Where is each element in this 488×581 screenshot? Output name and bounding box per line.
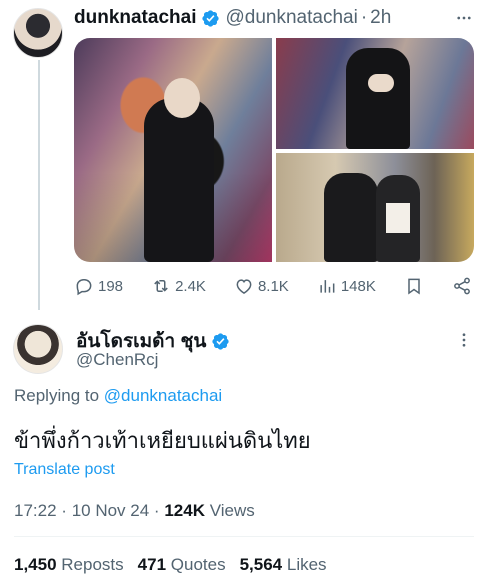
views-icon — [320, 280, 335, 293]
views-button[interactable]: 148K — [317, 276, 376, 296]
parent-media-grid — [74, 38, 474, 262]
reply-button[interactable]: 198 — [74, 276, 123, 296]
share-icon — [454, 277, 470, 295]
reposts-stat-count: 1,450 — [14, 555, 57, 574]
verified-badge-icon — [202, 9, 220, 27]
replying-to-line: Replying to @dunknatachai — [14, 386, 222, 406]
parent-avatar[interactable] — [13, 8, 63, 58]
parent-more-button[interactable] — [454, 8, 474, 28]
reply-count: 198 — [98, 277, 124, 295]
replying-mention-link[interactable]: @dunknatachai — [104, 386, 222, 405]
reply-text: ข้าพึ่งก้าวเท้าเหยียบแผ่นดินไทย — [14, 428, 311, 453]
share-button[interactable] — [452, 276, 472, 296]
reply-views-label: Views — [209, 501, 255, 520]
bookmark-icon — [408, 278, 420, 295]
repost-button[interactable]: 2.4K — [151, 276, 206, 296]
quotes-stat-label: Quotes — [170, 555, 226, 574]
parent-action-bar: 198 2.4K 8.1K 148K — [74, 274, 472, 298]
stats-divider — [14, 536, 474, 537]
bookmark-button[interactable] — [404, 276, 424, 296]
reposts-stat[interactable]: 1,450 Reposts — [14, 555, 124, 575]
repost-count: 2.4K — [175, 277, 206, 295]
media-photo-1[interactable] — [74, 38, 272, 262]
quotes-stat[interactable]: 471 Quotes — [138, 555, 226, 575]
replying-prefix: Replying to — [14, 386, 100, 405]
reply-date[interactable]: 10 Nov 24 — [72, 501, 150, 520]
reply-metadata: 17:22 · 10 Nov 24 · 124K Views — [14, 501, 255, 521]
reply-stats-row: 1,450 Reposts 471 Quotes 5,564 Likes — [14, 555, 327, 575]
more-icon — [462, 333, 466, 347]
reply-views-count: 124K — [164, 501, 205, 520]
media-photo-2[interactable] — [276, 38, 474, 149]
likes-stat-label: Likes — [286, 555, 327, 574]
media-photo-3[interactable] — [276, 153, 474, 262]
parent-timestamp[interactable]: 2h — [370, 7, 391, 29]
meta-separator: · — [61, 501, 67, 520]
parent-display-name[interactable]: dunknatachai — [74, 7, 196, 29]
parent-handle[interactable]: @dunknatachai — [225, 7, 357, 29]
parent-header: dunknatachai @dunknatachai · 2h — [74, 6, 468, 30]
like-button[interactable]: 8.1K — [234, 276, 289, 296]
repost-icon — [154, 280, 168, 292]
reply-avatar[interactable] — [13, 324, 63, 374]
views-count: 148K — [340, 277, 376, 295]
more-icon — [457, 16, 471, 20]
header-separator: · — [360, 7, 368, 28]
meta-separator: · — [153, 501, 160, 520]
reply-more-button[interactable] — [454, 330, 474, 350]
verified-badge-icon — [212, 332, 229, 350]
quotes-stat-count: 471 — [137, 555, 167, 574]
like-icon — [236, 279, 252, 294]
likes-stat-count: 5,564 — [239, 555, 283, 574]
reply-time[interactable]: 17:22 — [14, 501, 57, 520]
reply-handle[interactable]: @ChenRcj — [76, 350, 158, 370]
like-count: 8.1K — [257, 277, 289, 295]
likes-stat[interactable]: 5,564 Likes — [240, 555, 327, 575]
thread-connector-line — [38, 60, 40, 310]
translate-post-link[interactable]: Translate post — [14, 461, 115, 479]
reply-icon — [76, 279, 92, 296]
reposts-stat-label: Reposts — [61, 555, 124, 574]
